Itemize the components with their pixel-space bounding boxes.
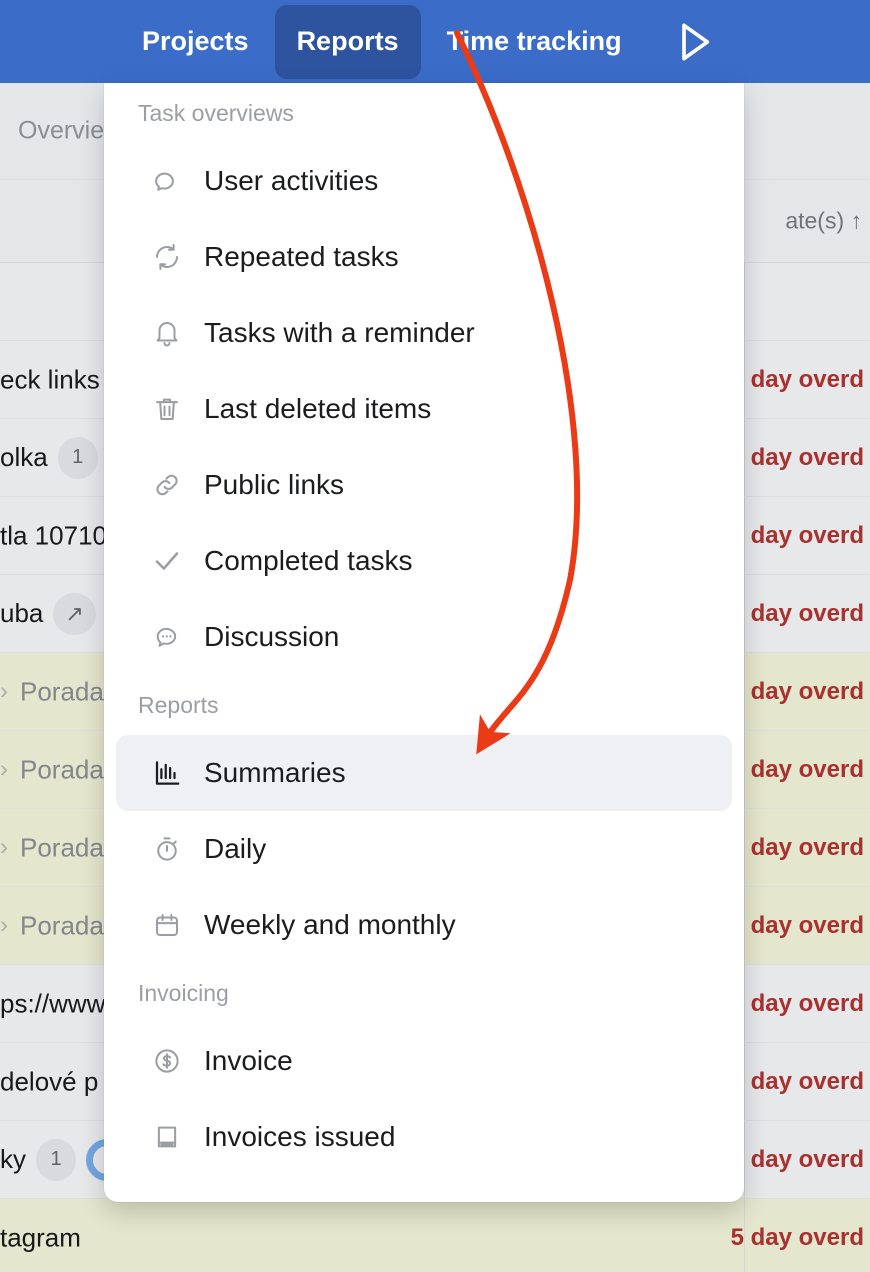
- menu-group-label: Task overviews: [138, 99, 294, 126]
- chevron-right-icon: ›: [0, 677, 8, 705]
- chevron-right-icon: ›: [0, 833, 8, 861]
- row-title-cell: uba ↗: [0, 592, 96, 635]
- menu-group-label: Invoicing: [138, 979, 229, 1006]
- row-title: uba: [0, 598, 44, 628]
- menu-item-tasks-with-a-reminder[interactable]: Tasks with a reminder: [116, 295, 732, 371]
- row-title-cell: › Porada: [0, 832, 104, 863]
- menu-item-weekly-and-monthly[interactable]: Weekly and monthly: [116, 887, 732, 963]
- column-header-due-date[interactable]: ate(s) ↑: [785, 208, 862, 235]
- nav-item-reports[interactable]: Reports: [274, 4, 421, 79]
- chevron-right-icon: ›: [0, 911, 8, 939]
- row-title-cell: tagram: [0, 1222, 81, 1253]
- chat-bubble-icon: [150, 620, 184, 654]
- bell-icon: [150, 316, 184, 350]
- overdue-status: 8 day overd: [730, 833, 864, 861]
- book-icon: [150, 1120, 184, 1154]
- row-title: Porada: [20, 754, 104, 784]
- overdue-status: 9 day overd: [730, 521, 864, 549]
- chevron-right-icon: ›: [0, 755, 8, 783]
- refresh-cycle-icon: [150, 240, 184, 274]
- trash-icon: [150, 392, 184, 426]
- row-title-cell: tla 10710: [0, 520, 107, 551]
- play-outline-icon[interactable]: [674, 20, 714, 64]
- row-title: Porada: [20, 676, 104, 706]
- reports-dropdown-menu: Task overviews User activities Repeated ta…: [104, 83, 744, 1202]
- row-title: Porada: [20, 910, 104, 940]
- menu-group-label: Reports: [138, 691, 219, 718]
- open-external-badge[interactable]: ↗: [53, 592, 96, 635]
- menu-item-completed-tasks[interactable]: Completed tasks: [116, 523, 732, 599]
- column-divider: [744, 263, 745, 340]
- menu-item-label: Public links: [204, 469, 345, 500]
- overdue-status: 9 day overd: [730, 443, 864, 471]
- menu-item-last-deleted-items[interactable]: Last deleted items: [116, 371, 732, 447]
- row-title: ps://www: [0, 988, 106, 1018]
- menu-item-label: Invoices issued: [204, 1121, 396, 1152]
- tab-overview[interactable]: Overvie: [18, 117, 104, 146]
- row-title: eck links: [0, 364, 100, 394]
- row-title: delové p: [0, 1066, 99, 1096]
- row-title: olka: [0, 442, 48, 472]
- menu-item-label: Discussion: [204, 621, 340, 652]
- menu-item-label: Tasks with a reminder: [204, 317, 475, 348]
- menu-item-label: Repeated tasks: [204, 241, 399, 272]
- row-title: tla 10710: [0, 520, 107, 550]
- menu-item-daily[interactable]: Daily: [116, 811, 732, 887]
- row-title-cell: › Porada: [0, 910, 104, 941]
- row-title-cell: olka 1: [0, 436, 98, 479]
- overdue-status: 8 day overd: [730, 911, 864, 939]
- table-row[interactable]: tagram 5 day overd: [0, 1199, 870, 1272]
- speech-bubble-search-icon: [150, 164, 184, 198]
- overdue-status: 8 day overd: [730, 755, 864, 783]
- nav-item-projects[interactable]: Projects: [124, 0, 267, 83]
- row-title-cell: ps://www: [0, 988, 105, 1019]
- menu-item-label: User activities: [204, 165, 379, 196]
- top-navbar: Projects Reports Time tracking: [0, 0, 870, 83]
- menu-item-label: Invoice: [204, 1045, 293, 1076]
- count-badge[interactable]: 1: [36, 1138, 76, 1181]
- count-badge[interactable]: 1: [57, 436, 98, 479]
- overdue-status: 7 day overd: [730, 989, 864, 1017]
- menu-item-summaries[interactable]: Summaries: [116, 735, 732, 811]
- row-title-cell: eck links: [0, 364, 100, 395]
- stopwatch-icon: [150, 832, 184, 866]
- menu-item-label: Completed tasks: [204, 545, 413, 576]
- menu-item-label: Summaries: [204, 757, 346, 788]
- menu-item-label: Daily: [204, 833, 267, 864]
- row-title-cell: › Porada: [0, 754, 104, 785]
- row-title: Porada: [20, 832, 104, 862]
- overdue-status: 5 day overd: [730, 1223, 864, 1251]
- menu-item-invoice[interactable]: Invoice: [116, 1023, 732, 1099]
- menu-item-label: Last deleted items: [204, 393, 432, 424]
- overdue-status: 6 day overd: [730, 365, 864, 393]
- menu-item-public-links[interactable]: Public links: [116, 447, 732, 523]
- menu-item-discussion[interactable]: Discussion: [116, 599, 732, 675]
- bar-chart-icon: [150, 756, 184, 790]
- link-chain-icon: [150, 468, 184, 502]
- overdue-status: 8 day overd: [730, 599, 864, 627]
- overdue-status: 6 day overd: [730, 1067, 864, 1095]
- calendar-icon: [150, 908, 184, 942]
- menu-item-label: Weekly and monthly: [204, 909, 456, 940]
- overdue-status: 5 day overd: [730, 1145, 864, 1173]
- screenshot-root: Overvie ate(s) ↑ eck links 6 day overd olk…: [0, 0, 870, 1272]
- menu-item-invoices-issued[interactable]: Invoices issued: [116, 1099, 732, 1175]
- dollar-circle-icon: [150, 1044, 184, 1078]
- row-title-cell: › Porada: [0, 676, 104, 707]
- check-icon: [150, 544, 184, 578]
- nav-item-time-tracking[interactable]: Time tracking: [429, 0, 640, 83]
- overdue-status: 8 day overd: [730, 677, 864, 705]
- menu-item-repeated-tasks[interactable]: Repeated tasks: [116, 219, 732, 295]
- row-title-cell: delové p: [0, 1066, 98, 1097]
- row-title: tagram: [0, 1222, 81, 1252]
- menu-item-user-activities[interactable]: User activities: [116, 143, 732, 219]
- row-title: ky: [0, 1144, 26, 1174]
